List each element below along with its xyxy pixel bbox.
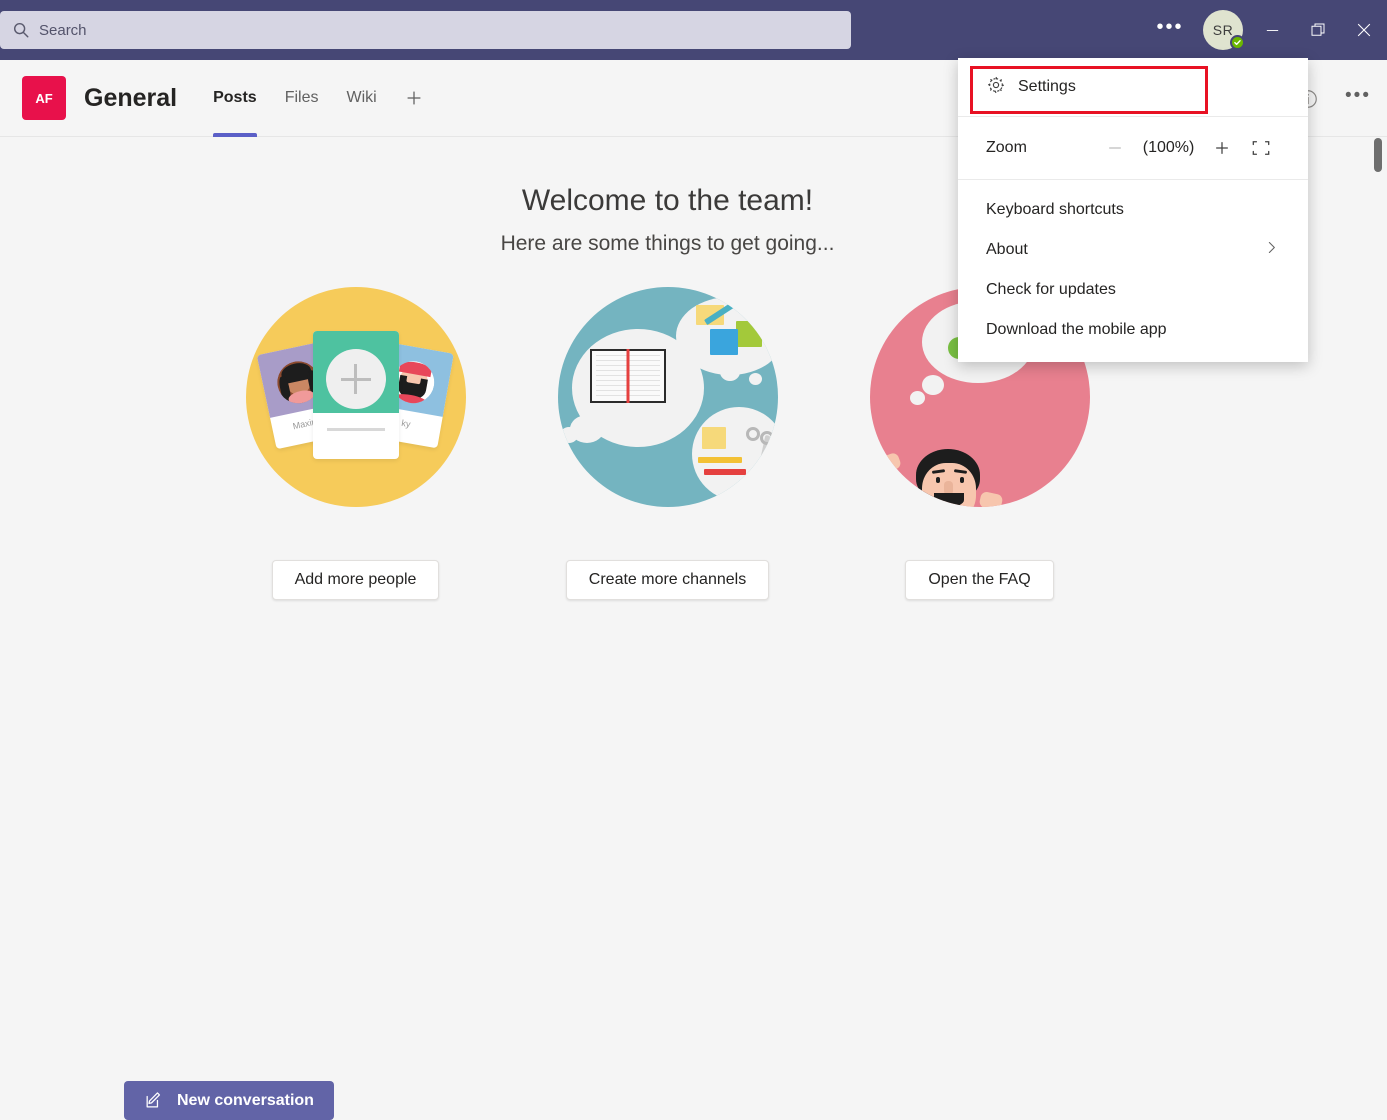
- menu-item-check-for-updates-label: Check for updates: [986, 281, 1116, 298]
- zoom-label: Zoom: [986, 139, 1027, 156]
- sticky-note-green: [735, 321, 762, 347]
- gear-icon: [986, 75, 1006, 100]
- new-conversation-label: New conversation: [177, 1091, 314, 1109]
- tab-wiki-label: Wiki: [346, 89, 377, 106]
- plus-icon: [325, 349, 386, 409]
- plus-icon: [407, 91, 421, 105]
- menu-item-about-label: About: [986, 241, 1028, 258]
- compose-icon: [146, 1092, 161, 1108]
- onboarding-card-add-people: Maxine ky Add more people: [245, 287, 466, 600]
- title-bar: Search ••• SR: [0, 0, 1387, 60]
- menu-item-settings-label: Settings: [1018, 78, 1076, 95]
- presence-available-icon: [1230, 35, 1245, 50]
- minimize-icon: [1266, 29, 1278, 31]
- channel-tabs: Posts Files Wiki: [199, 60, 437, 137]
- user-avatar-button[interactable]: SR: [1197, 0, 1249, 60]
- zoom-fullscreen-button[interactable]: [1241, 131, 1280, 165]
- search-icon: [12, 21, 30, 39]
- pencil-red: [703, 469, 746, 475]
- menu-item-keyboard-shortcuts[interactable]: Keyboard shortcuts: [958, 190, 1308, 230]
- create-channels-illustration: [557, 287, 778, 507]
- more-options-icon: •••: [1156, 16, 1184, 38]
- zoom-value: (100%): [1142, 139, 1195, 156]
- pencil-yellow: [697, 457, 742, 463]
- minimize-button[interactable]: [1249, 0, 1295, 60]
- open-faq-button[interactable]: Open the FAQ: [905, 560, 1054, 600]
- create-more-channels-button[interactable]: Create more channels: [565, 560, 770, 600]
- sticky-note-blue: [709, 329, 738, 355]
- close-button[interactable]: [1341, 0, 1387, 60]
- zoom-out-button[interactable]: [1096, 131, 1135, 165]
- add-tab-button[interactable]: [391, 60, 437, 137]
- person-hand-left: [875, 451, 902, 475]
- maximize-button[interactable]: [1295, 0, 1341, 60]
- photo-card-add: [312, 331, 399, 459]
- chevron-right-icon: [1263, 239, 1280, 261]
- menu-item-about[interactable]: About: [958, 230, 1308, 270]
- menu-item-download-mobile-app-label: Download the mobile app: [986, 321, 1167, 338]
- menu-item-settings[interactable]: Settings: [958, 58, 1308, 116]
- search-placeholder: Search: [39, 21, 87, 39]
- menu-group-general: Keyboard shortcuts About Check for updat…: [958, 180, 1308, 350]
- add-people-illustration: Maxine ky: [245, 287, 466, 507]
- person-eye-right: [959, 477, 964, 483]
- maximize-icon: [1311, 23, 1325, 36]
- new-conversation-button[interactable]: New conversation: [124, 1081, 334, 1120]
- person-mustache: [933, 493, 964, 507]
- channel-more-options-button[interactable]: •••: [1337, 78, 1379, 120]
- search-input[interactable]: Search: [0, 11, 851, 49]
- settings-dropdown-menu: Settings Zoom (100%) Keyboard shortcuts …: [958, 58, 1308, 362]
- tab-files-label: Files: [284, 89, 319, 106]
- zoom-in-button[interactable]: [1202, 131, 1241, 165]
- tab-posts[interactable]: Posts: [199, 60, 271, 137]
- notebook-icon: [589, 349, 666, 403]
- channel-title: General: [84, 83, 178, 112]
- fullscreen-icon: [1252, 141, 1269, 155]
- menu-row-zoom: Zoom (100%): [958, 117, 1308, 179]
- minus-icon: [1109, 147, 1122, 149]
- vertical-scrollbar-thumb[interactable]: [1374, 138, 1382, 172]
- window-controls: ••• SR: [1143, 0, 1387, 60]
- tab-wiki[interactable]: Wiki: [332, 60, 390, 137]
- tab-files[interactable]: Files: [271, 60, 333, 137]
- onboarding-card-create-channels: Create more channels: [557, 287, 778, 600]
- plus-icon: [1215, 142, 1228, 154]
- menu-item-keyboard-shortcuts-label: Keyboard shortcuts: [986, 201, 1124, 218]
- person-eye-left: [935, 477, 940, 483]
- menu-item-download-mobile-app[interactable]: Download the mobile app: [958, 310, 1308, 350]
- titlebar-more-options-button[interactable]: •••: [1143, 0, 1197, 60]
- add-more-people-button[interactable]: Add more people: [271, 560, 440, 600]
- close-icon: [1357, 23, 1371, 37]
- tab-posts-label: Posts: [213, 89, 257, 106]
- person-hand-right: [978, 490, 1003, 507]
- team-avatar: AF: [22, 76, 66, 120]
- sticky-note-small: [701, 427, 726, 449]
- menu-item-check-for-updates[interactable]: Check for updates: [958, 270, 1308, 310]
- more-options-icon: •••: [1345, 84, 1371, 106]
